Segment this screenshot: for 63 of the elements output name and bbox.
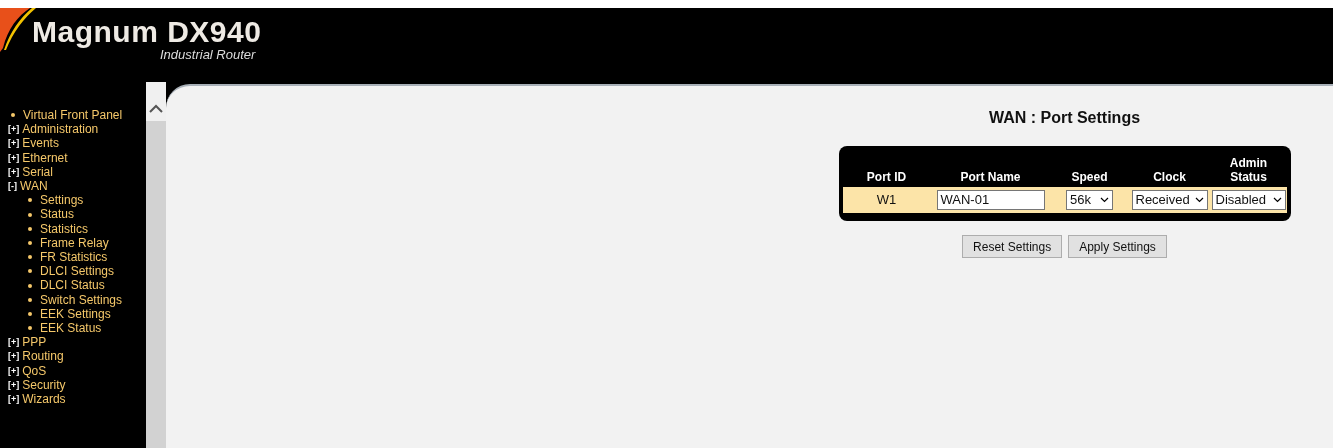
bullet-icon bbox=[11, 113, 15, 118]
bullet-icon bbox=[28, 212, 32, 217]
expand-toggle[interactable]: [+] bbox=[8, 164, 20, 179]
column-header: Port Name bbox=[960, 170, 1021, 184]
nav-link[interactable]: Statistics bbox=[40, 221, 88, 236]
nav-group[interactable]: Serial bbox=[22, 164, 53, 179]
nav-link[interactable]: DLCI Status bbox=[40, 278, 105, 293]
nav-link[interactable]: Virtual Front Panel bbox=[23, 108, 123, 123]
port-name-field[interactable]: WAN-01 bbox=[936, 190, 1045, 210]
expand-toggle[interactable]: [+] bbox=[8, 150, 20, 165]
expand-toggle[interactable]: [+] bbox=[8, 122, 20, 137]
bullet-icon bbox=[28, 269, 32, 274]
admin-status-dropdown[interactable]: Disabled bbox=[1211, 190, 1286, 210]
nav-link[interactable]: Frame Relay bbox=[40, 235, 109, 251]
column-header: Admin Status bbox=[1228, 156, 1269, 184]
speed-dropdown[interactable]: 56k bbox=[1066, 190, 1113, 210]
page-title: WAN : Port Settings bbox=[988, 108, 1141, 128]
nav-link[interactable]: Settings bbox=[40, 193, 84, 208]
bullet-icon bbox=[28, 255, 32, 260]
nav-group[interactable]: WAN bbox=[20, 179, 48, 194]
product-name: Magnum DX940 bbox=[32, 16, 262, 48]
column-header: Clock bbox=[1153, 170, 1186, 184]
nav-link[interactable]: DLCI Settings bbox=[40, 264, 115, 279]
nav-group[interactable]: QoS bbox=[22, 363, 47, 378]
nav-group[interactable]: Events bbox=[22, 136, 59, 151]
expand-toggle[interactable]: [+] bbox=[8, 349, 20, 364]
bullet-icon bbox=[28, 226, 32, 231]
bullet-icon bbox=[28, 297, 32, 302]
nav-link[interactable]: EEK Status bbox=[40, 321, 102, 336]
table-cell-text: W1 bbox=[876, 191, 897, 210]
swoosh-logo-drawing bbox=[0, 8, 36, 52]
expand-toggle[interactable]: [-] bbox=[8, 179, 17, 194]
expand-toggle[interactable]: [+] bbox=[8, 377, 20, 393]
expand-toggle[interactable]: [+] bbox=[8, 392, 20, 407]
bullet-icon bbox=[28, 326, 32, 331]
expand-toggle[interactable]: [+] bbox=[8, 136, 20, 151]
bullet-icon bbox=[28, 198, 32, 203]
bullet-icon bbox=[28, 240, 32, 245]
clock-dropdown[interactable]: Received bbox=[1131, 190, 1208, 210]
settings-button[interactable]: Reset Settings bbox=[962, 235, 1063, 258]
settings-button[interactable]: Apply Settings bbox=[1068, 235, 1167, 258]
nav-group[interactable]: Ethernet bbox=[22, 150, 68, 165]
caret-icon bbox=[1100, 197, 1109, 203]
product-subtitle: Industrial Router bbox=[160, 48, 256, 62]
expand-toggle[interactable]: [+] bbox=[8, 363, 20, 378]
nav-group[interactable]: Routing bbox=[22, 349, 64, 364]
caret-icon bbox=[1194, 197, 1204, 203]
nav-link[interactable]: EEK Settings bbox=[40, 306, 111, 322]
column-header: Speed bbox=[1071, 170, 1108, 184]
nav-group[interactable]: Wizards bbox=[22, 392, 66, 407]
nav-group[interactable]: PPP bbox=[22, 335, 47, 350]
nav-group[interactable]: Security bbox=[22, 377, 66, 393]
caret-icon bbox=[1272, 197, 1282, 203]
expand-toggle[interactable]: [+] bbox=[8, 335, 20, 350]
nav-link[interactable]: FR Statistics bbox=[40, 250, 108, 265]
column-header: Port ID bbox=[866, 170, 907, 184]
bullet-icon bbox=[28, 311, 32, 316]
nav-group[interactable]: Administration bbox=[22, 122, 99, 137]
scrollbar-track[interactable] bbox=[146, 82, 166, 448]
scroll-up-icon[interactable] bbox=[149, 104, 163, 113]
bullet-icon bbox=[28, 283, 32, 288]
nav-link[interactable]: Switch Settings bbox=[40, 292, 123, 307]
nav-link[interactable]: Status bbox=[40, 207, 75, 222]
